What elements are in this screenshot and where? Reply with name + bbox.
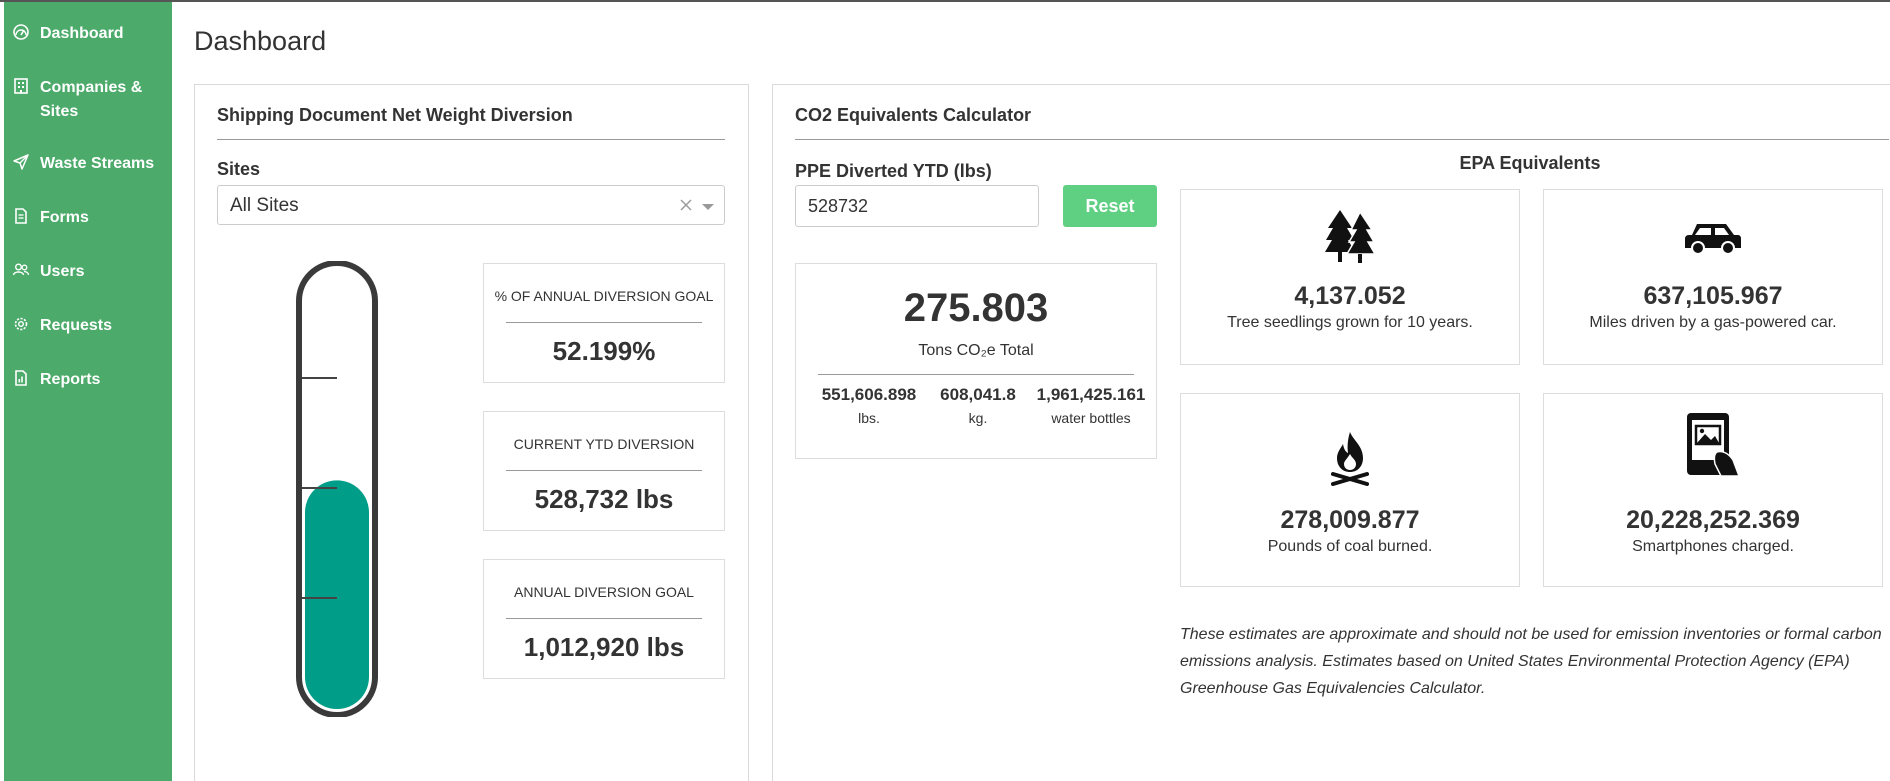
breakdown-unit: lbs. [858, 410, 880, 426]
shipping-diversion-panel: Shipping Document Net Weight Diversion S… [194, 84, 749, 781]
reset-button[interactable]: Reset [1063, 185, 1157, 227]
epa-description: Tree seedlings grown for 10 years. [1227, 314, 1473, 331]
stat-value: 528,732 lbs [534, 484, 674, 514]
epa-description: Smartphones charged. [1632, 538, 1794, 555]
sidebar-item-label: Reports [40, 371, 101, 388]
epa-car-card: 637,105.967 Miles driven by a gas-powere… [1543, 189, 1883, 365]
epa-value: 278,009.877 [1280, 506, 1420, 534]
campfire-icon [1331, 432, 1369, 486]
epa-value: 20,228,252.369 [1626, 506, 1800, 534]
co2-total-value: 275.803 [903, 286, 1049, 330]
divider [506, 618, 702, 619]
divider [795, 139, 1889, 140]
diversion-thermometer [296, 261, 378, 717]
thermometer-fill [305, 480, 369, 709]
sidebar: Dashboard Companies & Sites Waste Stream… [4, 2, 172, 781]
ppe-diverted-label: PPE Diverted YTD (lbs) [795, 161, 992, 181]
ppe-diverted-input[interactable] [795, 185, 1039, 227]
epa-value: 4,137.052 [1294, 282, 1406, 310]
epa-coal-card: 278,009.877 Pounds of coal burned. [1180, 393, 1520, 587]
co2-breakdown-water-bottles: 1,961,425.161 water bottles [1030, 384, 1152, 428]
stat-label: ANNUAL DIVERSION GOAL [514, 584, 694, 600]
sidebar-item-forms[interactable]: Forms [12, 206, 160, 230]
car-icon [1685, 224, 1741, 255]
breakdown-unit: water bottles [1051, 410, 1131, 426]
stat-value: 52.199% [552, 336, 656, 366]
epa-smartphone-card: 20,228,252.369 Smartphones charged. [1543, 393, 1883, 587]
report-icon [15, 370, 27, 386]
top-border [0, 0, 1890, 2]
page-title: Dashboard [194, 26, 327, 56]
co2-breakdown-lbs: 551,606.898 lbs. [814, 384, 924, 428]
divider [506, 470, 702, 471]
stat-value: 1,012,920 lbs [523, 632, 685, 662]
sites-select-value: All Sites [230, 195, 299, 216]
breakdown-value: 608,041.8 [940, 385, 1016, 404]
sidebar-item-label: Companies & Sites [40, 79, 143, 120]
divider [506, 322, 702, 323]
sidebar-item-label: Forms [40, 209, 89, 226]
breakdown-value: 551,606.898 [821, 385, 917, 404]
co2-calculator-panel: CO2 Equivalents Calculator PPE Diverted … [772, 84, 1890, 781]
sidebar-item-users[interactable]: Users [12, 260, 160, 284]
sites-label: Sites [217, 159, 261, 179]
co2-total-card: 275.803 Tons CO₂e Total 551,606.898 lbs.… [795, 263, 1157, 459]
gear-icon [14, 317, 28, 331]
stat-label: % OF ANNUAL DIVERSION GOAL [494, 288, 714, 304]
sidebar-item-label: Waste Streams [40, 155, 155, 172]
stat-label: CURRENT YTD DIVERSION [513, 436, 695, 452]
chevron-down-icon[interactable] [702, 204, 714, 210]
annual-goal-percent-card: % OF ANNUAL DIVERSION GOAL 52.199% [483, 263, 725, 383]
epa-description: Miles driven by a gas-powered car. [1589, 314, 1837, 331]
paper-plane-icon [13, 154, 29, 170]
current-ytd-diversion-card: CURRENT YTD DIVERSION 528,732 lbs [483, 411, 725, 531]
smartphone-icon [1687, 413, 1741, 477]
sidebar-item-waste-streams[interactable]: Waste Streams [12, 152, 160, 176]
sidebar-item-requests[interactable]: Requests [12, 314, 160, 338]
breakdown-value: 1,961,425.161 [1036, 385, 1146, 404]
epa-trees-card: 4,137.052 Tree seedlings grown for 10 ye… [1180, 189, 1520, 365]
epa-heading: EPA Equivalents [1459, 153, 1601, 173]
sidebar-item-dashboard[interactable]: Dashboard [12, 22, 160, 46]
panel-title: CO2 Equivalents Calculator [795, 105, 1032, 125]
clear-icon[interactable] [678, 195, 694, 215]
dashboard-icon [13, 24, 29, 40]
building-icon [14, 78, 28, 94]
sidebar-item-label: Requests [40, 317, 113, 334]
epa-value: 637,105.967 [1643, 282, 1783, 310]
divider [818, 374, 1134, 375]
epa-disclaimer: These estimates are approximate and shou… [1180, 626, 1882, 697]
co2-total-label: Tons CO₂e Total [918, 342, 1034, 359]
trees-icon [1325, 210, 1377, 263]
divider [217, 139, 725, 140]
co2-breakdown-kg: 608,041.8 kg. [928, 384, 1028, 428]
sidebar-item-companies-sites[interactable]: Companies & Sites [12, 76, 160, 124]
breakdown-unit: kg. [968, 410, 988, 426]
sites-select[interactable]: All Sites [217, 185, 725, 225]
sidebar-item-reports[interactable]: Reports [12, 368, 160, 392]
sidebar-item-label: Dashboard [40, 25, 124, 42]
panel-title: Shipping Document Net Weight Diversion [217, 105, 573, 125]
annual-diversion-goal-card: ANNUAL DIVERSION GOAL 1,012,920 lbs [483, 559, 725, 679]
sidebar-item-label: Users [40, 263, 85, 280]
epa-description: Pounds of coal burned. [1267, 538, 1433, 555]
document-icon [15, 208, 27, 224]
users-icon [12, 263, 30, 276]
